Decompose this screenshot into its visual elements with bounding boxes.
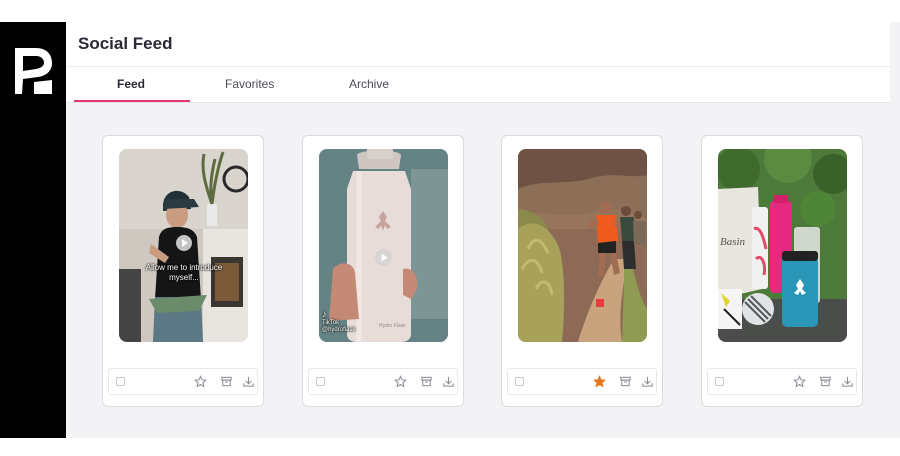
bag-brand-label: Basin [720, 236, 746, 248]
archive-icon[interactable] [420, 375, 433, 388]
download-icon[interactable] [641, 375, 654, 388]
archive-icon[interactable] [819, 375, 832, 388]
feed-card[interactable]: Basin [701, 135, 863, 407]
play-icon[interactable] [176, 235, 192, 251]
checkbox-icon[interactable] [316, 377, 325, 386]
bottle-brand-label: Hydro Flask [379, 323, 406, 329]
tab-favorites[interactable]: Favorites [225, 77, 274, 91]
play-icon[interactable] [375, 249, 392, 266]
brand-sidebar [0, 22, 66, 438]
archive-icon[interactable] [220, 375, 233, 388]
bottom-margin [0, 438, 900, 456]
product-gear-illustration: Basin [718, 149, 847, 342]
image-thumbnail[interactable] [518, 149, 647, 342]
top-margin [0, 0, 900, 22]
checkbox-icon[interactable] [515, 377, 524, 386]
card-action-bar [108, 368, 258, 395]
star-icon[interactable] [793, 375, 806, 388]
header-divider [66, 66, 890, 67]
card-action-bar [707, 368, 857, 395]
tab-feed[interactable]: Feed [117, 77, 145, 91]
download-icon[interactable] [242, 375, 255, 388]
video-caption: Allow me to introduce myself... [127, 263, 241, 283]
star-icon[interactable] [394, 375, 407, 388]
star-icon[interactable] [194, 375, 207, 388]
feed-card[interactable]: Hydro Flask ♪ TikTok @hydroflask [302, 135, 464, 407]
caption-line-1: Allow me to introduce [145, 263, 223, 272]
feed-card[interactable]: Allow me to introduce myself... [102, 135, 264, 407]
download-icon[interactable] [442, 375, 455, 388]
caption-line-2: myself... [169, 273, 199, 282]
page-title: Social Feed [78, 34, 173, 53]
app-main: Social Feed Feed Favorites Archive Allow… [66, 22, 900, 438]
brand-r-logo-icon[interactable] [12, 46, 54, 96]
tiktok-handle: @hydroflask [322, 327, 356, 333]
feed-card[interactable] [501, 135, 663, 407]
trail-run-illustration [518, 149, 647, 342]
header: Social Feed Feed Favorites Archive [66, 22, 890, 103]
tiktok-label: TikTok [322, 320, 340, 326]
video-thumbnail[interactable]: Hydro Flask ♪ TikTok @hydroflask [319, 149, 448, 342]
download-icon[interactable] [841, 375, 854, 388]
archive-icon[interactable] [619, 375, 632, 388]
card-action-bar [507, 368, 657, 395]
tiktok-logo-icon: ♪ [322, 309, 327, 319]
video-thumbnail[interactable]: Allow me to introduce myself... [119, 149, 248, 342]
star-filled-icon[interactable] [593, 375, 606, 388]
card-action-bar [308, 368, 458, 395]
checkbox-icon[interactable] [715, 377, 724, 386]
tiktok-watermark: ♪ TikTok @hydroflask [322, 309, 356, 334]
checkbox-icon[interactable] [116, 377, 125, 386]
image-thumbnail[interactable]: Basin [718, 149, 847, 342]
tab-archive[interactable]: Archive [349, 77, 389, 91]
active-tab-indicator [74, 100, 190, 102]
